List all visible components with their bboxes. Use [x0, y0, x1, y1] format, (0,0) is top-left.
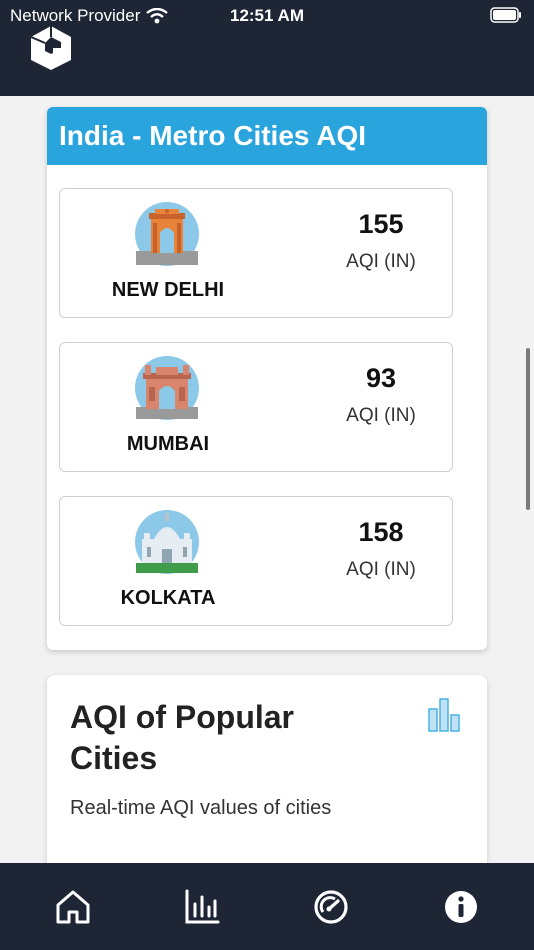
city-card-kolkata[interactable]: KOLKATA 158 AQI (IN) — [59, 496, 453, 626]
aqi-value: 158 — [358, 517, 404, 547]
victoria-memorial-icon — [135, 510, 199, 574]
clock: 12:51 AM — [229, 6, 304, 25]
aqi-unit-label: AQI (IN) — [346, 559, 416, 580]
city-name: MUMBAI — [126, 433, 210, 455]
gateway-of-india-icon — [135, 356, 199, 420]
aqi-unit-label: AQI (IN) — [346, 405, 416, 426]
india-gate-icon — [135, 202, 199, 266]
home-icon[interactable] — [53, 887, 93, 927]
status-bar: Network Provider 12:51 AM — [0, 6, 534, 26]
stats-icon[interactable] — [182, 887, 222, 927]
city-name: KOLKATA — [120, 587, 216, 609]
bottom-nav-bar — [0, 863, 534, 950]
aqi-value: 93 — [365, 363, 397, 393]
scrollbar[interactable] — [526, 348, 530, 510]
app-header: Network Provider 12:51 AM — [0, 0, 534, 96]
popular-cities-title: AQI of Popular Cities — [70, 697, 360, 779]
popular-cities-subtitle: Real-time AQI values of cities — [70, 797, 332, 819]
city-card-new-delhi[interactable]: NEW DELHI 155 AQI (IN) — [59, 188, 453, 318]
gauge-icon[interactable] — [311, 887, 351, 927]
city-name: NEW DELHI — [111, 279, 225, 301]
city-card-mumbai[interactable]: MUMBAI 93 AQI (IN) — [59, 342, 453, 472]
popular-title-line1: AQI of Popular — [70, 699, 294, 735]
info-icon[interactable] — [441, 887, 481, 927]
metro-cities-card: India - Metro Cities AQI NEW DELHI 155 A… — [47, 107, 487, 650]
app-logo-icon[interactable] — [28, 24, 74, 77]
metro-cities-title: India - Metro Cities AQI — [47, 107, 487, 165]
battery-icon — [490, 7, 522, 28]
aqi-unit-label: AQI (IN) — [346, 251, 416, 272]
bar-chart-icon — [428, 698, 460, 732]
aqi-value: 155 — [358, 209, 404, 239]
popular-title-line2: Cities — [70, 740, 158, 776]
